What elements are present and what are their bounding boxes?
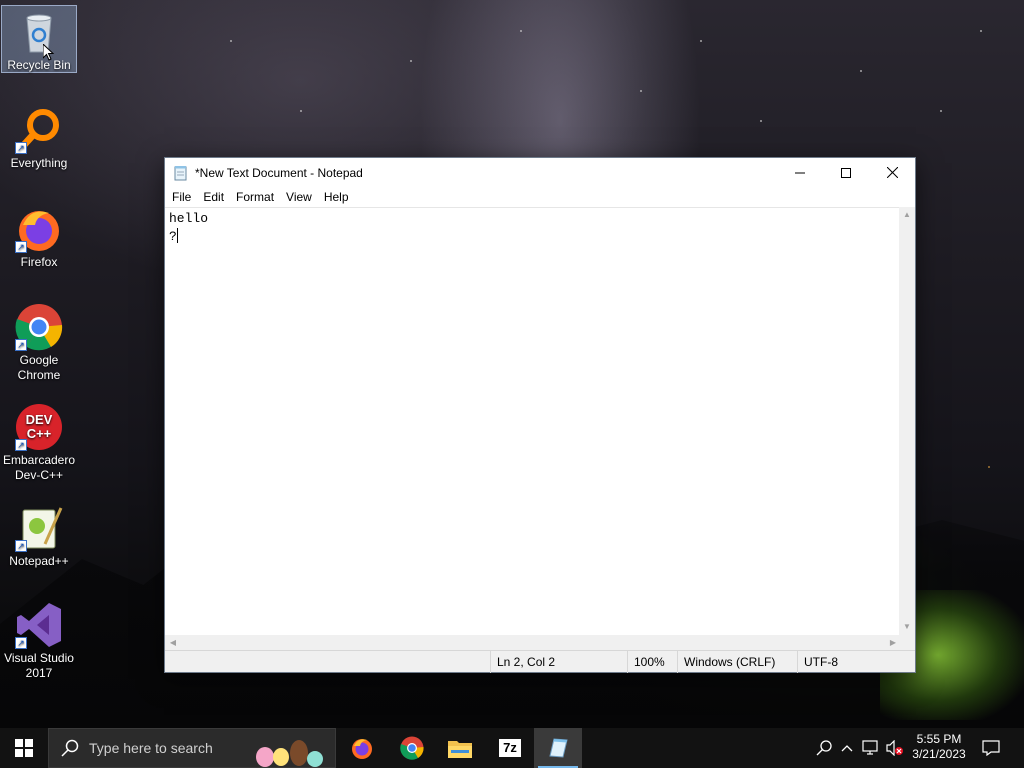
taskbar: Type here to search 7z 5:55 PM 3/21/2023	[0, 728, 1024, 768]
desktop-icon-visual-studio[interactable]: ↗ Visual Studio 2017	[1, 601, 77, 681]
desktop-icon-label: Everything	[10, 156, 68, 170]
notepad-icon	[174, 165, 187, 180]
menu-bar: File Edit Format View Help	[165, 187, 915, 207]
minimize-button[interactable]	[777, 158, 823, 187]
chevron-up-icon	[841, 745, 853, 752]
mouse-cursor-icon	[43, 44, 55, 61]
shortcut-arrow-icon: ↗	[15, 637, 27, 649]
firefox-icon	[352, 739, 372, 759]
close-icon	[886, 167, 898, 178]
tray-search[interactable]	[812, 728, 836, 768]
menu-format[interactable]: Format	[230, 187, 280, 207]
desktop-icon-everything[interactable]: ↗ Everything	[1, 106, 77, 171]
search-icon	[816, 740, 832, 756]
desktop-icon-label: Google Chrome	[17, 353, 61, 382]
taskbar-chrome[interactable]	[388, 728, 436, 768]
desktop-icon-notepadpp[interactable]: ↗ Notepad++	[1, 504, 77, 569]
file-explorer-icon	[448, 741, 472, 758]
vertical-scrollbar[interactable]: ▲ ▼	[899, 207, 915, 635]
devcpp-icon: DEV C++ ↗	[15, 403, 63, 451]
start-button[interactable]	[0, 728, 48, 768]
taskbar-file-explorer[interactable]	[436, 728, 484, 768]
scrollbar-corner	[899, 635, 915, 651]
svg-text:DEV: DEV	[26, 412, 53, 427]
editor-line-2: ?	[169, 228, 897, 246]
status-encoding: UTF-8	[797, 651, 915, 673]
desktop-icon-label: Embarcadero Dev-C++	[2, 453, 76, 482]
network-icon	[862, 740, 878, 755]
notepad-icon	[549, 738, 568, 758]
scroll-up-icon[interactable]: ▲	[899, 207, 915, 223]
menu-file[interactable]: File	[166, 187, 197, 207]
everything-search-icon: ↗	[15, 106, 63, 154]
menu-edit[interactable]: Edit	[197, 187, 230, 207]
notepadpp-icon: ↗	[15, 504, 63, 552]
tray-clock[interactable]: 5:55 PM 3/21/2023	[904, 728, 974, 768]
notepad-window[interactable]: *New Text Document - Notepad File Edit F…	[164, 157, 916, 673]
volume-muted-icon	[886, 740, 903, 756]
desktop-icon-devcpp[interactable]: DEV C++ ↗ Embarcadero Dev-C++	[1, 403, 77, 483]
tray-network[interactable]	[860, 728, 882, 768]
desktop-icon-label: Visual Studio 2017	[4, 651, 74, 680]
tray-show-hidden[interactable]	[838, 728, 856, 768]
minimize-icon	[795, 172, 805, 173]
scroll-down-icon[interactable]: ▼	[899, 619, 915, 635]
text-caret	[176, 228, 178, 243]
taskbar-search[interactable]: Type here to search	[48, 728, 336, 768]
easter-eggs-icon	[256, 740, 323, 767]
close-button[interactable]	[869, 158, 915, 187]
svg-text:C++: C++	[27, 426, 52, 441]
shortcut-arrow-icon: ↗	[15, 241, 27, 253]
tray-volume[interactable]	[884, 728, 906, 768]
menu-view[interactable]: View	[280, 187, 318, 207]
menu-help[interactable]: Help	[318, 187, 355, 207]
editor-line-1: hello	[169, 211, 209, 226]
taskbar-7zip[interactable]: 7z	[486, 728, 534, 768]
visual-studio-icon: ↗	[15, 601, 63, 649]
desktop-icon-recycle-bin[interactable]: Recycle Bin	[1, 5, 77, 73]
notification-icon	[982, 740, 1000, 756]
taskbar-notepad[interactable]	[534, 728, 582, 768]
clock-time: 5:55 PM	[916, 732, 962, 746]
desktop-icon-label: Recycle Bin	[7, 58, 71, 72]
7zip-label: 7z	[503, 740, 517, 755]
desktop-icon-firefox[interactable]: ↗ Firefox	[1, 205, 77, 270]
firefox-icon: ↗	[15, 205, 63, 253]
status-line-ending: Windows (CRLF)	[677, 651, 797, 673]
recycle-bin-icon	[15, 8, 63, 56]
status-position: Ln 2, Col 2	[490, 651, 625, 673]
editor-line-2-text: ?	[169, 229, 177, 244]
desktop-icon-label: Notepad++	[9, 554, 69, 568]
taskbar-firefox[interactable]	[338, 728, 386, 768]
scroll-left-icon[interactable]: ◀	[165, 635, 181, 651]
search-placeholder: Type here to search	[89, 740, 213, 756]
shortcut-arrow-icon: ↗	[15, 540, 27, 552]
shortcut-arrow-icon: ↗	[15, 142, 27, 154]
desktop-icon-label: Firefox	[20, 255, 58, 269]
chrome-icon	[400, 736, 424, 760]
desktop-icon-chrome[interactable]: ↗ Google Chrome	[1, 303, 77, 383]
search-icon	[61, 739, 79, 757]
shortcut-arrow-icon: ↗	[15, 339, 27, 351]
chrome-icon: ↗	[15, 303, 63, 351]
window-title: *New Text Document - Notepad	[195, 165, 363, 180]
status-bar: Ln 2, Col 2 100% Windows (CRLF) UTF-8	[165, 650, 915, 673]
windows-logo-icon	[15, 739, 33, 757]
status-zoom: 100%	[627, 651, 677, 673]
shortcut-arrow-icon: ↗	[15, 439, 27, 451]
text-editor[interactable]: hello?	[165, 207, 901, 635]
action-center-button[interactable]	[978, 728, 1004, 768]
maximize-button[interactable]	[823, 158, 869, 187]
clock-date: 3/21/2023	[912, 747, 966, 761]
maximize-icon	[841, 167, 851, 178]
title-bar[interactable]: *New Text Document - Notepad	[165, 158, 915, 187]
7zip-icon: 7z	[499, 739, 521, 757]
horizontal-scrollbar[interactable]: ◀ ▶	[165, 635, 901, 651]
